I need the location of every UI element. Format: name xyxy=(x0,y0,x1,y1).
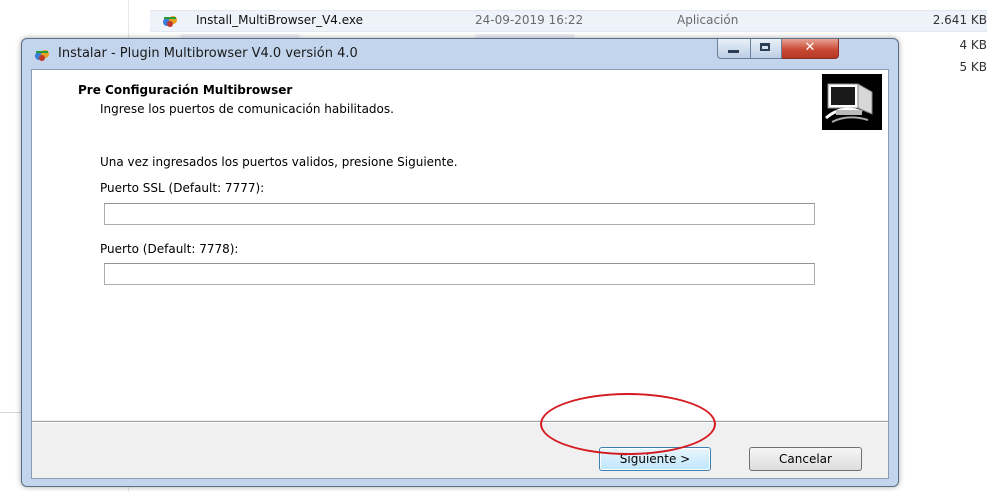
file-size: 2.641 KB xyxy=(932,13,987,27)
window-controls xyxy=(717,39,839,59)
installer-logo-icon xyxy=(822,74,882,130)
installer-dialog: Instalar - Plugin Multibrowser V4.0 vers… xyxy=(21,38,899,487)
dialog-client-area: Pre Configuración Multibrowser Ingrese l… xyxy=(31,69,889,479)
file-size: 4 KB xyxy=(959,38,987,52)
instruction-text: Una vez ingresados los puertos validos, … xyxy=(100,155,458,169)
wizard-header: Pre Configuración Multibrowser Ingrese l… xyxy=(32,70,888,133)
port-input[interactable] xyxy=(104,263,815,285)
window-title: Instalar - Plugin Multibrowser V4.0 vers… xyxy=(58,46,358,61)
page-subtitle: Ingrese los puertos de comunicación habi… xyxy=(100,102,394,116)
close-button[interactable] xyxy=(782,39,839,59)
cancel-button[interactable]: Cancelar xyxy=(749,447,862,471)
file-type: Aplicación xyxy=(677,13,739,27)
file-name: Install_MultiBrowser_V4.exe xyxy=(196,13,364,27)
wizard-body: Una vez ingresados los puertos validos, … xyxy=(32,132,888,420)
maximize-button[interactable] xyxy=(751,39,782,59)
minimize-button[interactable] xyxy=(717,39,751,59)
file-row-installer[interactable]: Install_MultiBrowser_V4.exe 24-09-2019 1… xyxy=(150,10,987,32)
page-title: Pre Configuración Multibrowser xyxy=(78,83,293,97)
file-size: 5 KB xyxy=(959,60,987,74)
port-label: Puerto (Default: 7778): xyxy=(100,242,239,256)
installer-app-icon xyxy=(35,50,49,61)
ssl-port-input[interactable] xyxy=(104,203,815,225)
installer-app-icon xyxy=(163,16,177,27)
ssl-port-label: Puerto SSL (Default: 7777): xyxy=(100,181,265,195)
file-modified-date: 24-09-2019 16:22 xyxy=(475,13,584,27)
next-button[interactable]: Siguiente > xyxy=(599,447,711,471)
title-bar[interactable]: Instalar - Plugin Multibrowser V4.0 vers… xyxy=(22,39,898,69)
footer-divider xyxy=(32,421,888,423)
